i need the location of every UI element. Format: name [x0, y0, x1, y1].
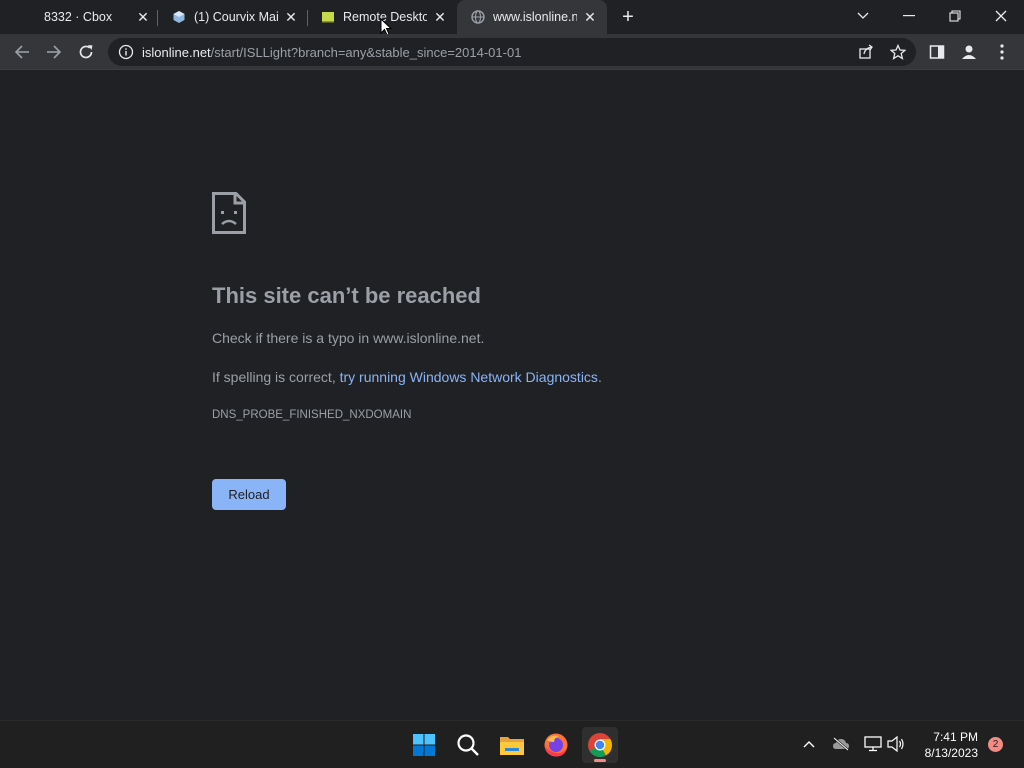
tab-title: 8332 · Cbox: [44, 10, 113, 24]
new-tab-button[interactable]: +: [617, 6, 639, 28]
network-icon[interactable]: [862, 733, 884, 755]
minimize-button[interactable]: [895, 4, 923, 28]
tab-title: www.islonline.net: [493, 10, 577, 24]
error-page: This site can’t be reached Check if ther…: [0, 71, 1024, 720]
address-bar[interactable]: islonline.net/start/ISLLight?branch=any&…: [108, 38, 916, 66]
close-tab-icon[interactable]: ✕: [282, 8, 300, 26]
notification-badge[interactable]: 2: [988, 737, 1003, 752]
tab-strip: 8332 · Cbox ✕ (1) Courvix Mail ✕ Remote …: [0, 0, 1024, 34]
share-icon[interactable]: [857, 43, 875, 61]
close-tab-icon[interactable]: ✕: [581, 8, 599, 26]
active-app-indicator: [594, 759, 606, 762]
system-clock[interactable]: 7:41 PM 8/13/2023: [912, 729, 978, 761]
globe-icon: [471, 10, 485, 24]
onedrive-offline-icon[interactable]: [830, 733, 852, 755]
profile-avatar-icon[interactable]: [957, 40, 981, 64]
taskbar: 7:41 PM 8/13/2023 2: [0, 720, 1024, 768]
close-tab-icon[interactable]: ✕: [134, 8, 152, 26]
forward-button[interactable]: [40, 38, 68, 66]
error-typo-hint: Check if there is a typo in www.islonlin…: [212, 330, 485, 346]
volume-icon[interactable]: [885, 733, 907, 755]
clock-time: 7:41 PM: [933, 730, 978, 744]
reload-toolbar-button[interactable]: [72, 38, 100, 66]
search-icon[interactable]: [450, 727, 486, 763]
url-host: islonline.net: [142, 45, 211, 60]
windows-start-icon[interactable]: [406, 727, 442, 763]
restore-button[interactable]: [941, 4, 969, 28]
show-hidden-icons-chevron-icon[interactable]: [798, 733, 820, 755]
reload-button[interactable]: Reload: [212, 479, 286, 510]
firefox-icon[interactable]: [538, 727, 574, 763]
clock-date: 8/13/2023: [924, 746, 978, 760]
tab-cbox[interactable]: 8332 · Cbox ✕: [30, 0, 158, 34]
chrome-icon[interactable]: [582, 727, 618, 763]
browser-toolbar: islonline.net/start/ISLLight?branch=any&…: [0, 34, 1024, 70]
back-button[interactable]: [8, 38, 36, 66]
site-info-icon[interactable]: [118, 44, 134, 60]
error-diagnostics-hint: If spelling is correct, try running Wind…: [212, 369, 602, 385]
network-diagnostics-link[interactable]: try running Windows Network Diagnostics: [340, 369, 598, 385]
tab-courvix-mail[interactable]: (1) Courvix Mail ✕: [158, 0, 308, 34]
diagnostics-suffix: .: [597, 369, 602, 385]
error-code: DNS_PROBE_FINISHED_NXDOMAIN: [212, 409, 412, 421]
tab-search-chevron-icon[interactable]: [849, 4, 877, 28]
diagnostics-prefix: If spelling is correct,: [212, 369, 340, 385]
file-explorer-icon[interactable]: [494, 727, 530, 763]
sad-page-icon: [212, 192, 246, 234]
remote-desktop-icon: [322, 12, 334, 23]
close-tab-icon[interactable]: ✕: [431, 8, 449, 26]
url-text: islonline.net/start/ISLLight?branch=any&…: [142, 45, 521, 60]
url-path: /start/ISLLight?branch=any&stable_since=…: [210, 45, 522, 60]
tab-islonline[interactable]: www.islonline.net ✕: [457, 0, 607, 34]
bookmark-star-icon[interactable]: [889, 43, 907, 61]
side-panel-icon[interactable]: [925, 40, 949, 64]
error-title: This site can’t be reached: [212, 283, 481, 308]
courvix-logo-icon: [173, 11, 185, 23]
menu-kebab-icon[interactable]: [990, 40, 1014, 64]
tab-title: (1) Courvix Mail: [194, 10, 278, 24]
close-window-button[interactable]: [987, 4, 1015, 28]
